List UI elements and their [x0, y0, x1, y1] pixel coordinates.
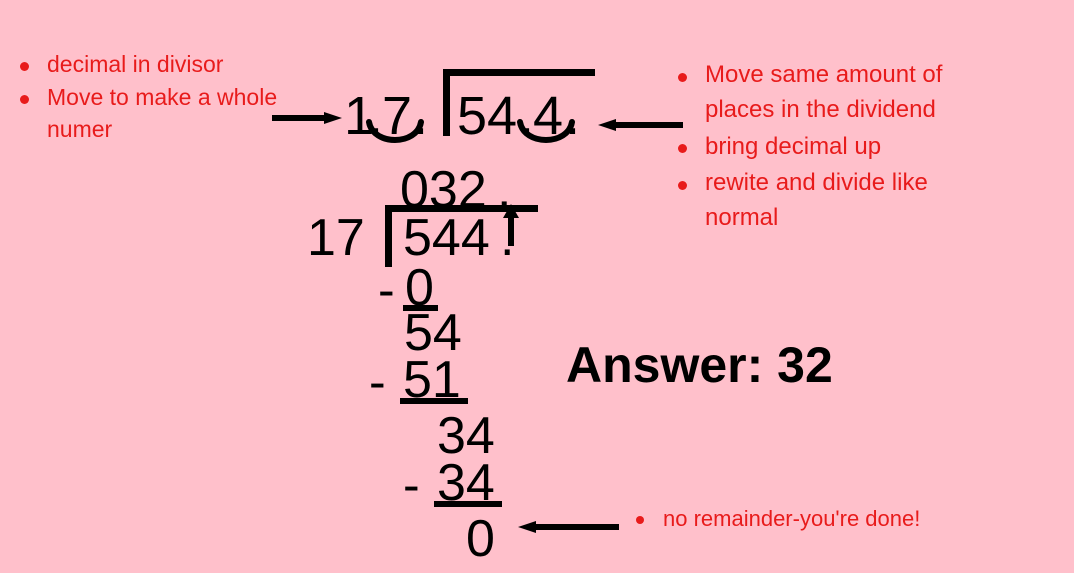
left-bullet-list: decimal in divisor Move to make a whole … — [12, 48, 302, 146]
bullet-text: decimal in divisor — [47, 51, 224, 77]
step-minus-sign: - — [378, 262, 395, 318]
bottom-bullet-list: no remainder-you're done! — [628, 505, 1058, 534]
step-minus-sign: - — [403, 457, 420, 513]
arrow-shaft — [508, 216, 514, 246]
decimal-move-arc-dividend — [517, 119, 575, 143]
top-division-bracket-vertical — [443, 69, 450, 136]
list-item: bring decimal up — [670, 130, 1000, 165]
top-division-bracket-bar — [443, 69, 595, 76]
divisor: 17 — [307, 209, 365, 267]
arrow-right-to-divisor — [272, 112, 342, 124]
list-item: decimal in divisor — [12, 48, 302, 81]
slide-canvas: decimal in divisor Move to make a whole … — [0, 0, 1074, 573]
step-minus-sign: - — [369, 354, 386, 410]
list-item: Move to make a whole numer — [12, 81, 302, 146]
bullet-text: Move same amount of places in the divide… — [705, 61, 943, 123]
bullet-text: Move to make a whole numer — [47, 83, 278, 143]
answer-label: Answer: 32 — [566, 337, 833, 393]
right-bullet-list: Move same amount of places in the divide… — [670, 58, 1000, 236]
arrow-head — [324, 112, 342, 124]
list-item: Move same amount of places in the divide… — [670, 58, 1000, 128]
division-bracket-vertical — [385, 205, 392, 267]
arrow-shaft — [534, 524, 619, 530]
step-underline — [434, 501, 502, 507]
decimal-move-arc-divisor — [366, 119, 424, 143]
step-underline — [400, 398, 468, 404]
bullet-text: bring decimal up — [705, 132, 882, 160]
arrow-bring-decimal-up — [503, 204, 519, 252]
top-dividend-left-digits: 54 — [457, 86, 518, 146]
remainder-value: 0 — [466, 510, 495, 568]
arrow-left-to-remainder — [518, 521, 623, 533]
bullet-text: no remainder-you're done! — [663, 506, 921, 531]
arrow-shaft — [272, 115, 327, 121]
bullet-text: rewite and divide like normal — [705, 169, 928, 232]
list-item: rewite and divide like normal — [670, 166, 1000, 236]
list-item: no remainder-you're done! — [628, 505, 1058, 534]
